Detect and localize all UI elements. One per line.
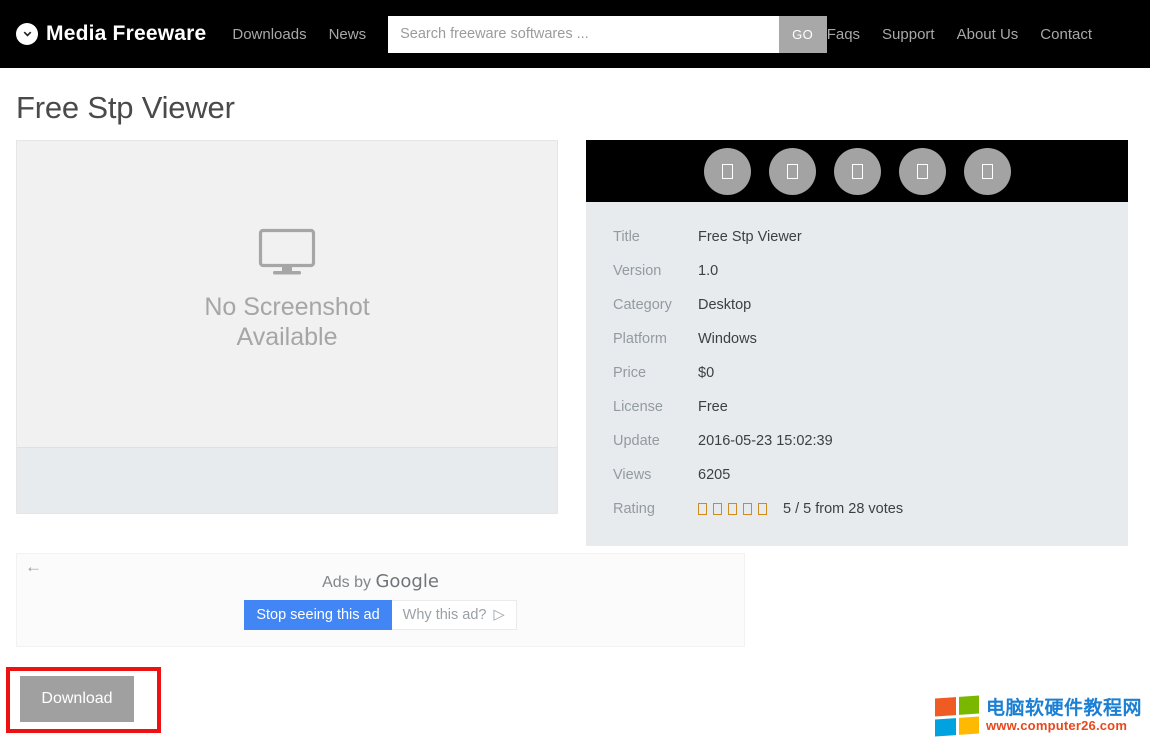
nav-link-news[interactable]: News: [329, 26, 367, 43]
star-icon[interactable]: [728, 503, 737, 515]
info-value: $0: [698, 365, 714, 381]
site-header: Media Freeware Downloads News GO Faqs Su…: [0, 0, 1150, 68]
screenshot-placeholder-text: No Screenshot Available: [204, 293, 369, 352]
star-icon[interactable]: [698, 503, 707, 515]
nav-link-support[interactable]: Support: [882, 26, 935, 43]
screenshot-placeholder-body: No Screenshot Available: [17, 141, 557, 447]
info-row-update: Update 2016-05-23 15:02:39: [586, 424, 1128, 458]
watermark-text: 电脑软硬件教程网 www.computer26.com: [986, 699, 1142, 733]
rating-line: 5 / 5 from 28 votes: [698, 501, 903, 517]
info-label: Update: [613, 433, 698, 449]
info-row-version: Version 1.0: [586, 254, 1128, 288]
nav-link-downloads[interactable]: Downloads: [232, 26, 306, 43]
missing-glyph-icon: [982, 164, 993, 179]
social-share-button-5[interactable]: [964, 148, 1011, 195]
secondary-nav: Faqs Support About Us Contact: [827, 26, 1134, 43]
info-row-title: Title Free Stp Viewer: [586, 220, 1128, 254]
missing-glyph-icon: [722, 164, 733, 179]
info-value: Free: [698, 399, 728, 415]
play-triangle-icon: ▷: [494, 607, 505, 623]
social-share-bar: [586, 140, 1128, 202]
google-ad-container: ← Ads by Google Stop seeing this ad Why …: [16, 553, 745, 647]
info-label: Views: [613, 467, 698, 483]
info-value: 6205: [698, 467, 730, 483]
chevron-down-circle-icon: [16, 23, 38, 45]
screenshot-text-line2: Available: [204, 323, 369, 353]
rating-stars[interactable]: [698, 503, 767, 515]
star-icon[interactable]: [713, 503, 722, 515]
info-label: Price: [613, 365, 698, 381]
info-value: Free Stp Viewer: [698, 229, 802, 245]
watermark-site-name: 电脑软硬件教程网: [986, 699, 1142, 719]
stop-seeing-this-ad-button[interactable]: Stop seeing this ad: [244, 600, 391, 630]
main-content: No Screenshot Available Title Free Stp V…: [0, 140, 1150, 546]
social-share-button-3[interactable]: [834, 148, 881, 195]
info-label: Title: [613, 229, 698, 245]
screenshot-placeholder: No Screenshot Available: [16, 140, 558, 514]
info-row-category: Category Desktop: [586, 288, 1128, 322]
info-value: Desktop: [698, 297, 751, 313]
info-row-price: Price $0: [586, 356, 1128, 390]
ads-by-brand: Google: [375, 571, 438, 592]
social-share-button-4[interactable]: [899, 148, 946, 195]
missing-glyph-icon: [787, 164, 798, 179]
info-label: Rating: [613, 501, 698, 517]
brand-logo[interactable]: Media Freeware: [16, 22, 206, 46]
rating-summary: 5 / 5 from 28 votes: [783, 501, 903, 517]
ads-by-google-label: Ads by Google: [322, 571, 439, 592]
watermark: 电脑软硬件教程网 www.computer26.com: [935, 697, 1142, 735]
info-row-platform: Platform Windows: [586, 322, 1128, 356]
brand-name: Media Freeware: [46, 22, 206, 46]
screenshot-footer-strip: [17, 447, 557, 513]
why-this-ad-label: Why this ad?: [403, 607, 487, 623]
social-share-button-2[interactable]: [769, 148, 816, 195]
search-bar: GO: [388, 16, 827, 53]
ad-content: Ads by Google Stop seeing this ad Why th…: [17, 554, 744, 646]
social-share-button-1[interactable]: [704, 148, 751, 195]
why-this-ad-button[interactable]: Why this ad? ▷: [392, 600, 517, 630]
info-row-rating: Rating 5 / 5 from 28 votes: [586, 492, 1128, 526]
page-title: Free Stp Viewer: [16, 90, 1150, 126]
nav-link-contact[interactable]: Contact: [1040, 26, 1092, 43]
missing-glyph-icon: [917, 164, 928, 179]
info-value: Windows: [698, 331, 757, 347]
search-input[interactable]: [388, 16, 779, 53]
info-label: Category: [613, 297, 698, 313]
software-info-panel: Title Free Stp Viewer Version 1.0 Catego…: [586, 140, 1128, 546]
nav-link-faqs[interactable]: Faqs: [827, 26, 860, 43]
info-row-views: Views 6205: [586, 458, 1128, 492]
ads-by-prefix: Ads by: [322, 574, 375, 591]
info-rows: Title Free Stp Viewer Version 1.0 Catego…: [586, 202, 1128, 546]
star-icon[interactable]: [743, 503, 752, 515]
info-row-license: License Free: [586, 390, 1128, 424]
primary-nav: Downloads News: [232, 26, 366, 43]
star-icon[interactable]: [758, 503, 767, 515]
back-arrow-icon[interactable]: ←: [25, 558, 42, 575]
info-label: License: [613, 399, 698, 415]
nav-link-about-us[interactable]: About Us: [957, 26, 1019, 43]
info-value: 1.0: [698, 263, 718, 279]
windows-logo-icon: [935, 695, 979, 736]
search-go-button[interactable]: GO: [779, 16, 827, 53]
watermark-url: www.computer26.com: [986, 719, 1142, 733]
info-value: 2016-05-23 15:02:39: [698, 433, 833, 449]
monitor-icon: [258, 228, 316, 281]
missing-glyph-icon: [852, 164, 863, 179]
info-label: Platform: [613, 331, 698, 347]
ad-buttons: Stop seeing this ad Why this ad? ▷: [244, 600, 516, 630]
info-label: Version: [613, 263, 698, 279]
download-button[interactable]: Download: [20, 676, 134, 722]
screenshot-text-line1: No Screenshot: [204, 293, 369, 323]
